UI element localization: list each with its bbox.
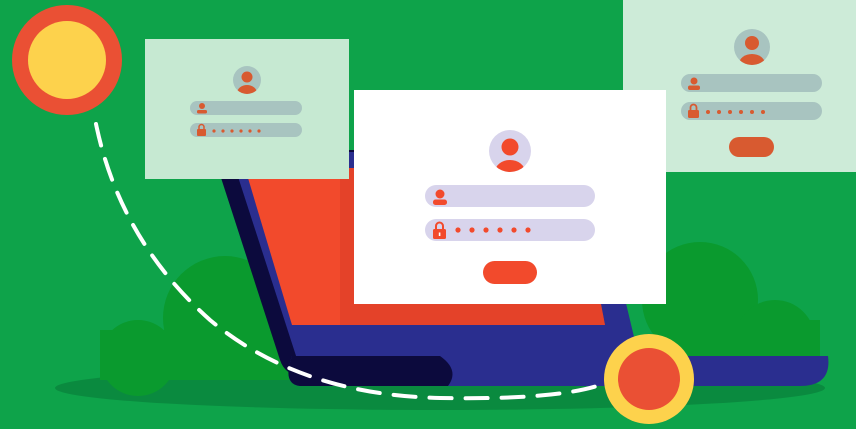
left-login-card	[145, 39, 349, 179]
avatar-icon	[734, 29, 770, 65]
password-mask	[197, 123, 261, 136]
password-field[interactable]	[190, 123, 302, 137]
username-field[interactable]	[681, 74, 822, 92]
avatar-icon	[233, 66, 261, 94]
password-mask	[688, 103, 765, 118]
password-field[interactable]	[425, 219, 595, 241]
user-icon	[688, 77, 700, 90]
login-button[interactable]	[483, 261, 537, 284]
password-mask	[433, 221, 531, 239]
login-button[interactable]	[729, 137, 774, 157]
front-login-card	[354, 90, 666, 304]
user-icon	[433, 189, 447, 205]
lock-icon	[433, 221, 446, 239]
lock-icon	[688, 103, 699, 118]
username-field[interactable]	[190, 101, 302, 115]
username-field[interactable]	[425, 185, 595, 207]
lock-icon	[197, 123, 206, 136]
user-icon	[197, 103, 207, 114]
circle-marker-icon	[12, 5, 122, 115]
password-field[interactable]	[681, 102, 822, 120]
avatar-icon	[489, 130, 531, 172]
circle-marker-icon	[604, 334, 694, 424]
login-security-illustration	[0, 0, 856, 429]
